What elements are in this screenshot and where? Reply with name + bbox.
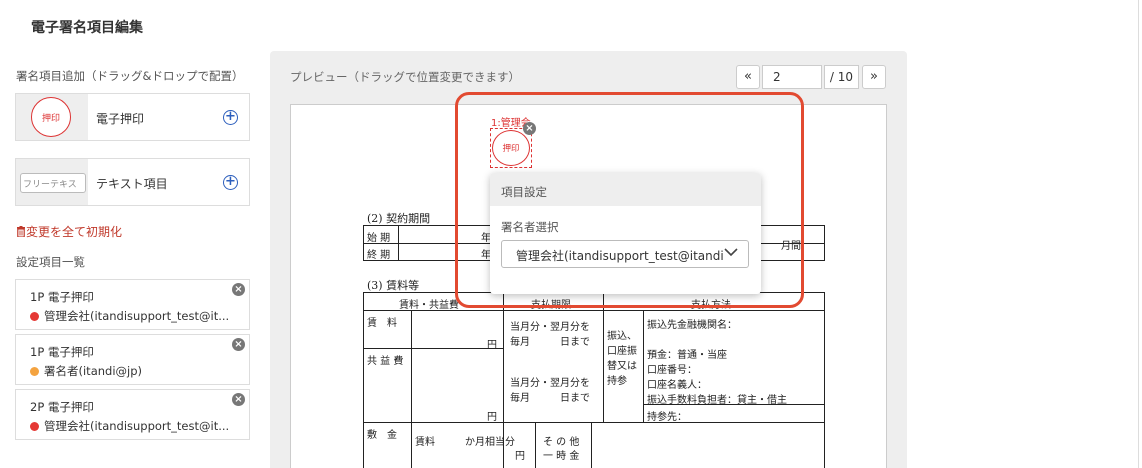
doc-cell: 一 時 金 (543, 451, 580, 462)
list-item-title: 2P 電子押印 (30, 400, 94, 414)
doc-cell: 円 (515, 451, 525, 462)
page-total: / 10 (824, 65, 859, 89)
list-item-title: 1P 電子押印 (30, 345, 94, 359)
page-number-input[interactable]: 2 (762, 65, 822, 89)
list-item-signer: 管理会社(itandisupport_test@it... (30, 418, 235, 434)
doc-cell: 始 期 (367, 233, 391, 244)
section-heading: (3) 賃料等 (367, 279, 420, 292)
add-items-label: 署名項目追加（ドラッグ&ドロップで配置） (16, 69, 244, 83)
list-item-signer: 管理会社(itandisupport_test@it... (30, 308, 235, 324)
free-text-field-icon: フリーテキス (20, 173, 86, 193)
remove-icon[interactable]: × (232, 338, 245, 351)
section-heading: (2) 契約期間 (367, 212, 431, 225)
stamp-icon: 押印 (31, 97, 71, 137)
item-label-text: テキスト項目 (96, 177, 168, 191)
preview-label: プレビュー（ドラッグで位置変更できます） (290, 70, 520, 84)
list-item[interactable]: 1P 電子押印 署名者(itandi@jp) × (15, 334, 250, 385)
table-header: 賃料・共益費 (399, 300, 459, 311)
doc-cell: 振込、口座振替又は持参 (607, 331, 637, 387)
remove-icon[interactable]: × (232, 393, 245, 406)
doc-cell: 共 益 費 (367, 356, 404, 367)
doc-cell: 口座名義人： (647, 380, 707, 391)
doc-cell: 振込手数料負担者：貸主・借主 (647, 395, 787, 406)
doc-cell: 預金：普通・当座 (647, 350, 727, 361)
doc-cell: 毎月 日まで (510, 393, 590, 404)
item-label-stamp: 電子押印 (96, 112, 145, 126)
item-card-text[interactable]: フリーテキス テキスト項目 + (15, 158, 250, 206)
plus-circle-icon[interactable]: + (223, 175, 238, 190)
doc-cell: 円 (487, 412, 497, 423)
doc-cell: 当月分・翌月分を (510, 322, 590, 333)
settings-list-label: 設定項目一覧 (16, 255, 85, 269)
trash-icon (17, 226, 25, 238)
list-item-title: 1P 電子押印 (30, 290, 94, 304)
reset-all-link[interactable]: 変更を全て初期化 (16, 223, 122, 240)
highlight-annotation (455, 92, 804, 308)
doc-cell: 当月分・翌月分を (510, 378, 590, 389)
doc-cell: そ の 他 (543, 437, 580, 448)
stamp-thumbnail: 押印 (16, 94, 88, 140)
next-page-button[interactable]: » (862, 65, 886, 89)
doc-cell: 毎月 日まで (510, 337, 590, 348)
status-dot (30, 312, 39, 321)
doc-cell: 持参先： (647, 412, 687, 423)
doc-cell: 振込先金融機関名： (647, 320, 737, 331)
doc-cell: 口座番号： (647, 365, 697, 376)
doc-cell: 賃料 か月相当分 (415, 437, 515, 448)
doc-cell: 終 期 (367, 250, 391, 261)
list-item[interactable]: 1P 電子押印 管理会社(itandisupport_test@it... × (15, 279, 250, 330)
doc-cell: 敷 金 (367, 430, 397, 441)
list-item[interactable]: 2P 電子押印 管理会社(itandisupport_test@it... × (15, 389, 250, 440)
text-thumbnail: フリーテキス (16, 159, 88, 205)
divider (1138, 0, 1139, 468)
status-dot (30, 422, 39, 431)
doc-cell: 賃 料 (367, 318, 397, 329)
plus-circle-icon[interactable]: + (223, 110, 238, 125)
item-card-stamp[interactable]: 押印 電子押印 + (15, 93, 250, 141)
prev-page-button[interactable]: « (736, 65, 760, 89)
doc-cell: 円 (487, 340, 497, 351)
remove-icon[interactable]: × (232, 283, 245, 296)
page-title: 電子署名項目編集 (31, 20, 143, 36)
reset-all-label: 変更を全て初期化 (26, 225, 123, 239)
status-dot (30, 367, 39, 376)
list-item-signer: 署名者(itandi@jp) (30, 363, 235, 379)
